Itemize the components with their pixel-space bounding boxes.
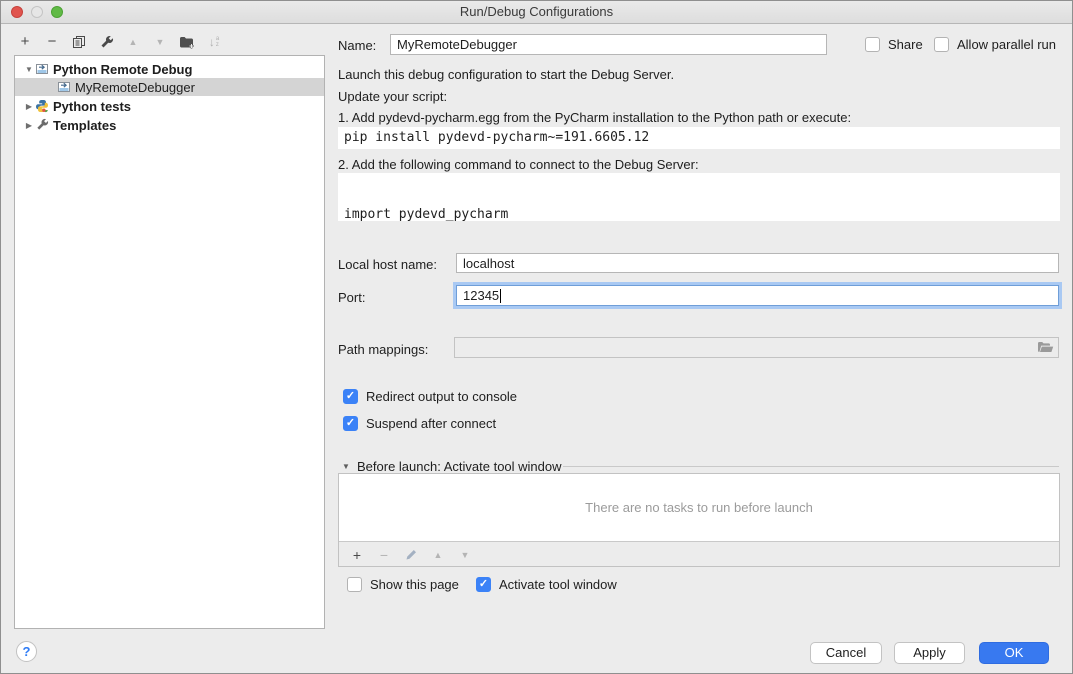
share-checkbox[interactable] xyxy=(865,37,880,52)
tree-item-label: MyRemoteDebugger xyxy=(75,80,195,95)
before-launch-title[interactable]: Before launch: Activate tool window xyxy=(357,459,562,474)
suspend-after-connect-checkbox[interactable]: ✓ xyxy=(343,416,358,431)
expand-collapse-icon[interactable]: ▼ xyxy=(23,65,35,74)
show-this-page-checkbox[interactable] xyxy=(347,577,362,592)
tree-item-python-remote-debug[interactable]: ▼ Python Remote Debug xyxy=(15,60,324,78)
step1-text: 1. Add pydevd-pycharm.egg from the PyCha… xyxy=(338,110,851,125)
tree-item-label: Templates xyxy=(53,118,116,133)
local-host-name-input[interactable] xyxy=(456,253,1059,273)
remote-debug-icon xyxy=(57,80,71,94)
text-caret xyxy=(500,289,501,303)
share-label: Share xyxy=(888,37,923,52)
edit-task-icon xyxy=(403,547,419,563)
redirect-output-checkbox[interactable]: ✓ xyxy=(343,389,358,404)
copy-configuration-icon[interactable] xyxy=(71,34,87,50)
activate-tool-window-label: Activate tool window xyxy=(499,577,617,592)
activate-tool-window-row: ✓ Activate tool window xyxy=(476,577,617,592)
cancel-button[interactable]: Cancel xyxy=(810,642,882,664)
help-button[interactable]: ? xyxy=(16,641,37,662)
tree-item-python-tests[interactable]: ▶ Python tests xyxy=(15,97,324,115)
redirect-output-label: Redirect output to console xyxy=(366,389,517,404)
tree-item-myremotedebugger[interactable]: MyRemoteDebugger xyxy=(15,78,324,96)
show-this-page-row: Show this page xyxy=(347,577,459,592)
apply-button[interactable]: Apply xyxy=(894,642,965,664)
title-bar: Run/Debug Configurations xyxy=(1,1,1072,24)
show-this-page-label: Show this page xyxy=(370,577,459,592)
new-folder-icon[interactable] xyxy=(179,34,195,50)
share-checkbox-row: Share xyxy=(865,37,923,52)
before-launch-tasks-panel: There are no tasks to run before launch … xyxy=(338,473,1060,567)
port-input[interactable]: 12345 xyxy=(456,285,1059,306)
move-task-up-icon: ▲ xyxy=(430,547,446,563)
activate-tool-window-checkbox[interactable]: ✓ xyxy=(476,577,491,592)
name-label: Name: xyxy=(338,38,376,53)
update-script-text: Update your script: xyxy=(338,89,447,104)
wrench-icon xyxy=(35,118,49,132)
step2-text: 2. Add the following command to connect … xyxy=(338,157,699,172)
before-launch-separator xyxy=(563,466,1059,467)
remove-task-icon: − xyxy=(376,547,392,563)
path-mappings-label: Path mappings: xyxy=(338,342,428,357)
port-label: Port: xyxy=(338,290,365,305)
suspend-after-connect-label: Suspend after connect xyxy=(366,416,496,431)
settrace-code: import pydevd_pycharm pydevd_pycharm.set… xyxy=(338,173,1060,221)
allow-parallel-run-checkbox[interactable] xyxy=(934,37,949,52)
intro-text: Launch this debug configuration to start… xyxy=(338,67,674,82)
redirect-output-row: ✓ Redirect output to console xyxy=(343,389,517,404)
expand-collapse-icon[interactable]: ▶ xyxy=(23,102,35,111)
tree-item-templates[interactable]: ▶ Templates xyxy=(15,116,324,134)
tasks-toolbar: + − ▲ ▼ xyxy=(339,542,1059,567)
tree-item-label: Python tests xyxy=(53,99,131,114)
run-debug-configurations-dialog: Run/Debug Configurations + − ▲ ▼ xyxy=(0,0,1073,674)
browse-folder-icon[interactable] xyxy=(1037,341,1054,354)
suspend-after-connect-row: ✓ Suspend after connect xyxy=(343,416,496,431)
move-up-icon: ▲ xyxy=(125,34,141,50)
expand-collapse-icon[interactable]: ▶ xyxy=(23,121,35,130)
edit-defaults-icon[interactable] xyxy=(98,34,114,50)
settrace-code-line1: import pydevd_pycharm xyxy=(344,205,1054,221)
tree-item-label: Python Remote Debug xyxy=(53,62,192,77)
allow-parallel-run-checkbox-row: Allow parallel run xyxy=(934,37,1056,52)
allow-parallel-run-label: Allow parallel run xyxy=(957,37,1056,52)
window-title: Run/Debug Configurations xyxy=(1,1,1072,23)
add-task-icon[interactable]: + xyxy=(349,547,365,563)
remove-configuration-icon[interactable]: − xyxy=(44,34,60,50)
move-down-icon: ▼ xyxy=(152,34,168,50)
configurations-tree: ▼ Python Remote Debug MyRemoteDebugger xyxy=(14,55,325,629)
pip-install-code: pip install pydevd-pycharm~=191.6605.12 xyxy=(338,127,1060,149)
name-input[interactable] xyxy=(390,34,827,55)
local-host-name-label: Local host name: xyxy=(338,257,437,272)
move-task-down-icon: ▼ xyxy=(457,547,473,563)
sort-alphabetically-icon: ↓ az xyxy=(206,34,222,50)
ok-button[interactable]: OK xyxy=(979,642,1049,664)
configurations-toolbar: + − ▲ ▼ ↓ az xyxy=(17,33,222,51)
path-mappings-input[interactable] xyxy=(454,337,1059,358)
tasks-empty-state: There are no tasks to run before launch xyxy=(339,474,1059,542)
remote-debug-icon xyxy=(35,62,49,76)
before-launch-collapse-icon[interactable]: ▼ xyxy=(342,462,350,471)
port-value: 12345 xyxy=(463,288,499,303)
python-tests-icon xyxy=(35,99,49,113)
add-configuration-icon[interactable]: + xyxy=(17,34,33,50)
